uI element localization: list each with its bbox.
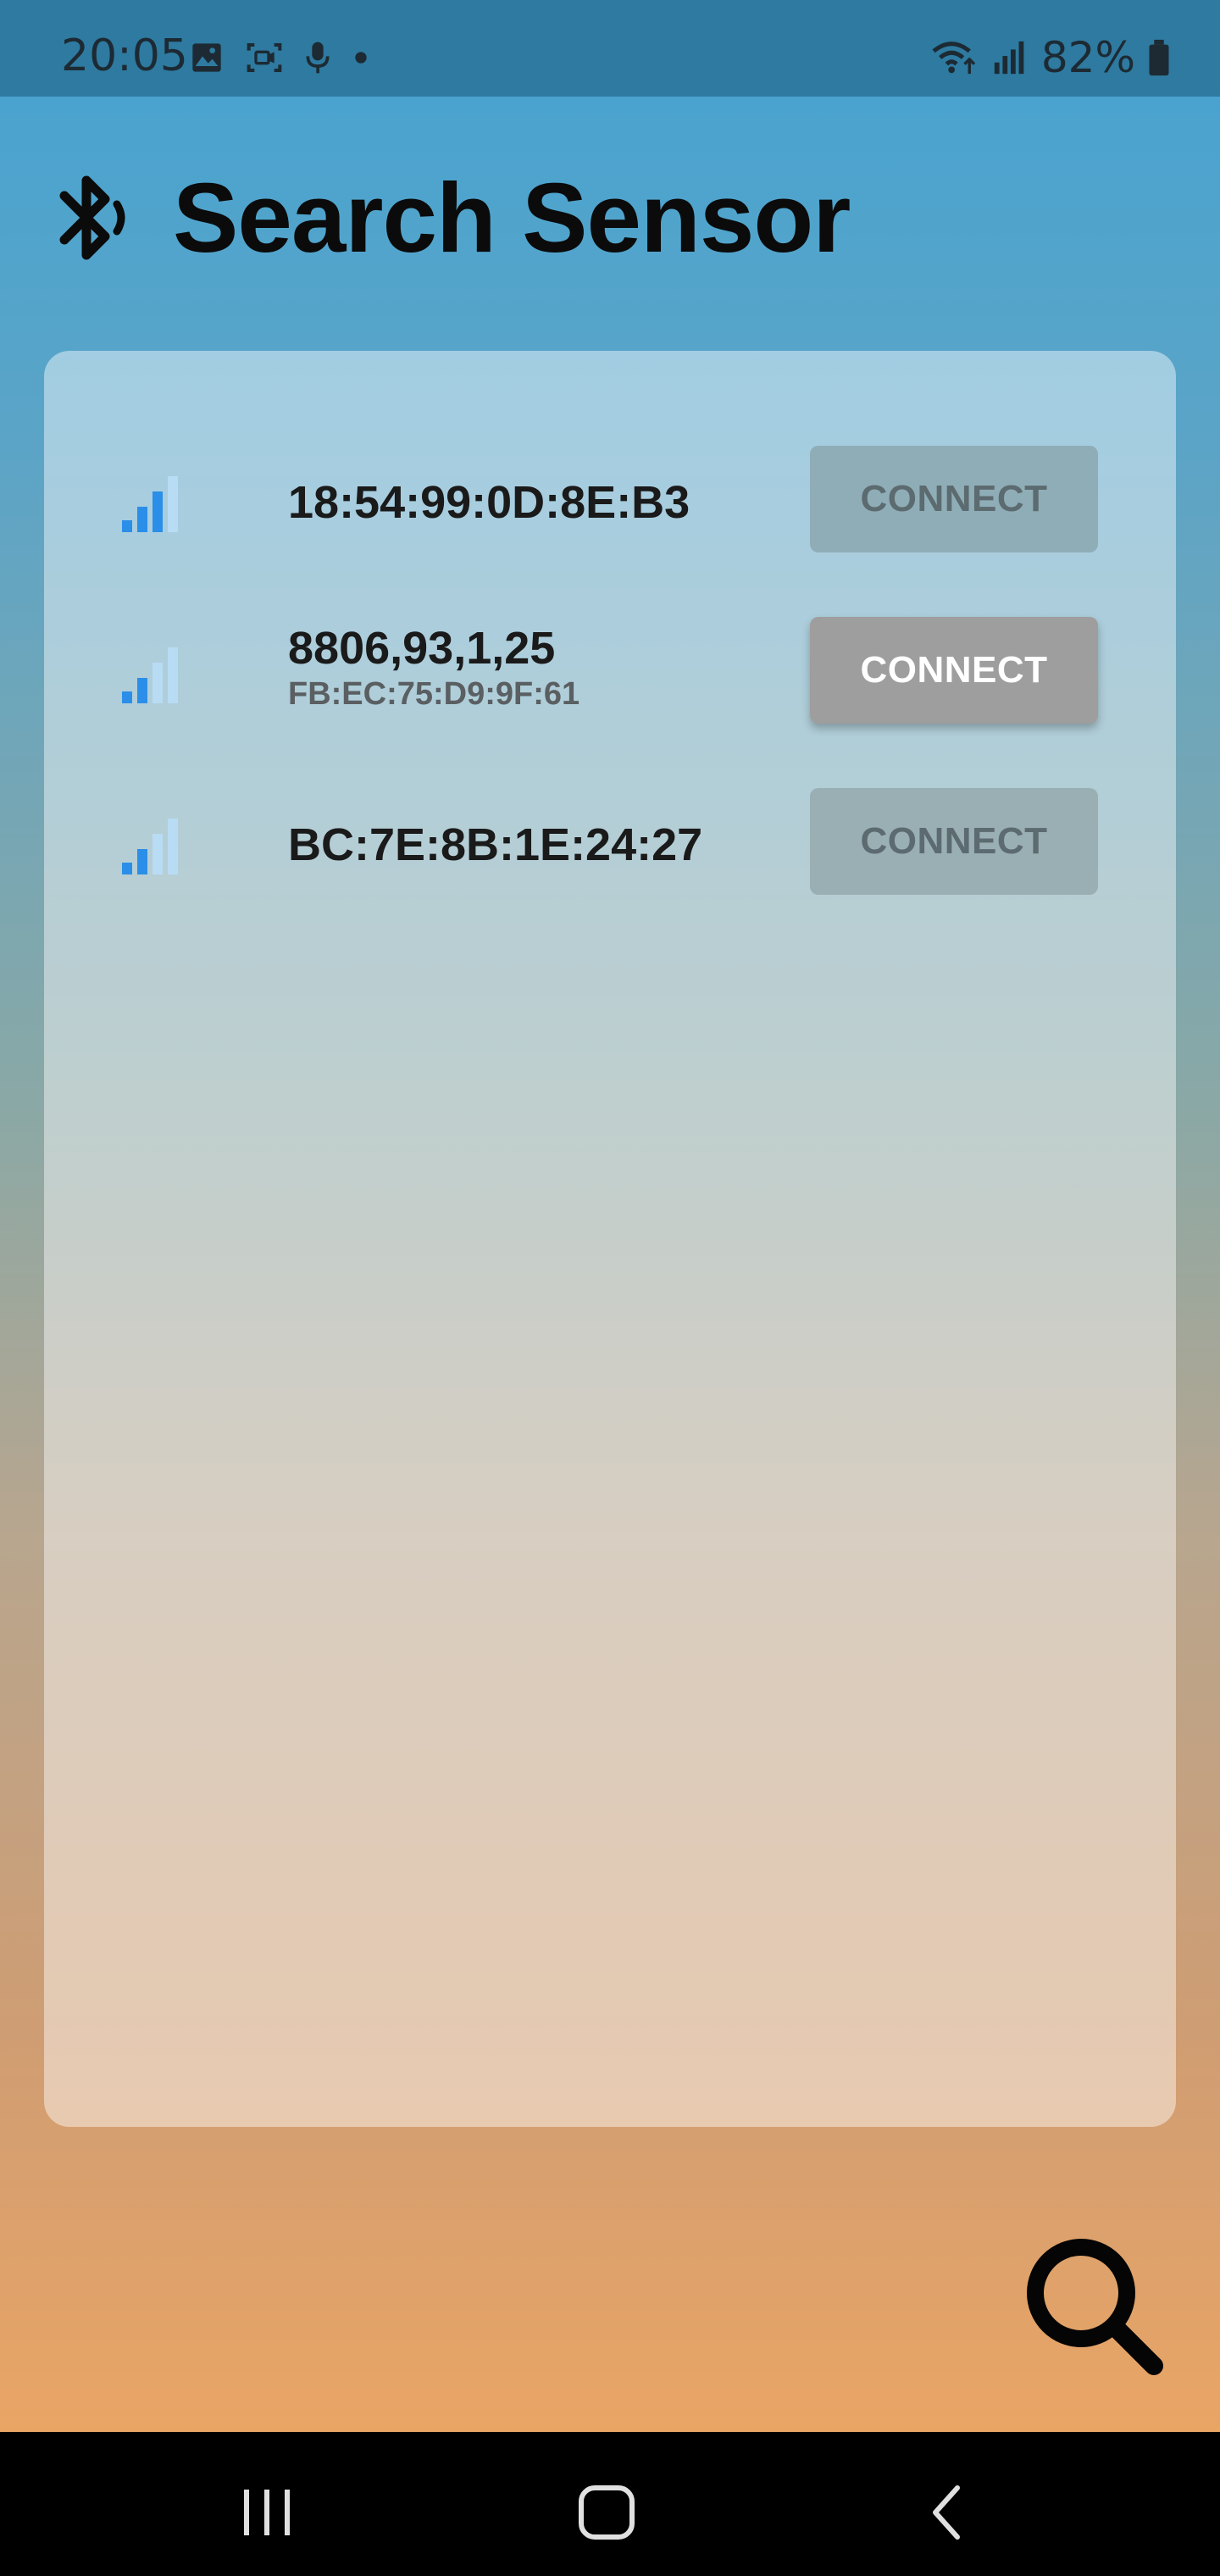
cell-signal-icon (994, 41, 1024, 75)
search-button[interactable] (1013, 2225, 1169, 2381)
connect-button[interactable]: CONNECT (810, 788, 1098, 895)
recents-icon[interactable] (229, 2474, 305, 2551)
list-item: 8806,93,1,25 FB:EC:75:D9:9F:61 CONNECT (44, 615, 1176, 725)
status-bar: 20:05 82% (0, 0, 1220, 97)
list-item: BC:7E:8B:1E:24:27 CONNECT (44, 786, 1176, 897)
app-header: Search Sensor (54, 163, 851, 273)
device-address: FB:EC:75:D9:9F:61 (288, 676, 580, 712)
list-item: 18:54:99:0D:8E:B3 CONNECT (44, 444, 1176, 554)
battery-icon (1149, 39, 1169, 76)
signal-strength-icon (122, 476, 178, 532)
status-time: 20:05 (61, 31, 188, 81)
screen-record-icon (247, 43, 282, 72)
device-list-panel: 18:54:99:0D:8E:B3 CONNECT 8806,93,1,25 F… (44, 351, 1176, 2127)
home-icon[interactable] (569, 2474, 646, 2551)
status-notification-icons (190, 37, 369, 78)
connect-button[interactable]: CONNECT (810, 446, 1098, 552)
mic-icon (306, 42, 330, 74)
bluetooth-icon (59, 175, 125, 260)
back-icon[interactable] (910, 2474, 986, 2551)
page-title: Search Sensor (173, 163, 851, 273)
system-nav-bar (0, 2432, 1220, 2576)
wifi-icon (932, 42, 976, 75)
gallery-icon (192, 43, 221, 72)
status-system-icons: 82% (929, 31, 1171, 85)
device-name: 8806,93,1,25 (288, 623, 556, 674)
connect-button[interactable]: CONNECT (810, 617, 1098, 724)
signal-strength-icon (122, 819, 178, 874)
device-name: BC:7E:8B:1E:24:27 (288, 819, 703, 870)
battery-percent: 82% (1040, 33, 1135, 82)
search-icon (1027, 2239, 1163, 2375)
device-name: 18:54:99:0D:8E:B3 (288, 477, 690, 528)
signal-strength-icon (122, 647, 178, 703)
dot-icon (355, 52, 367, 64)
